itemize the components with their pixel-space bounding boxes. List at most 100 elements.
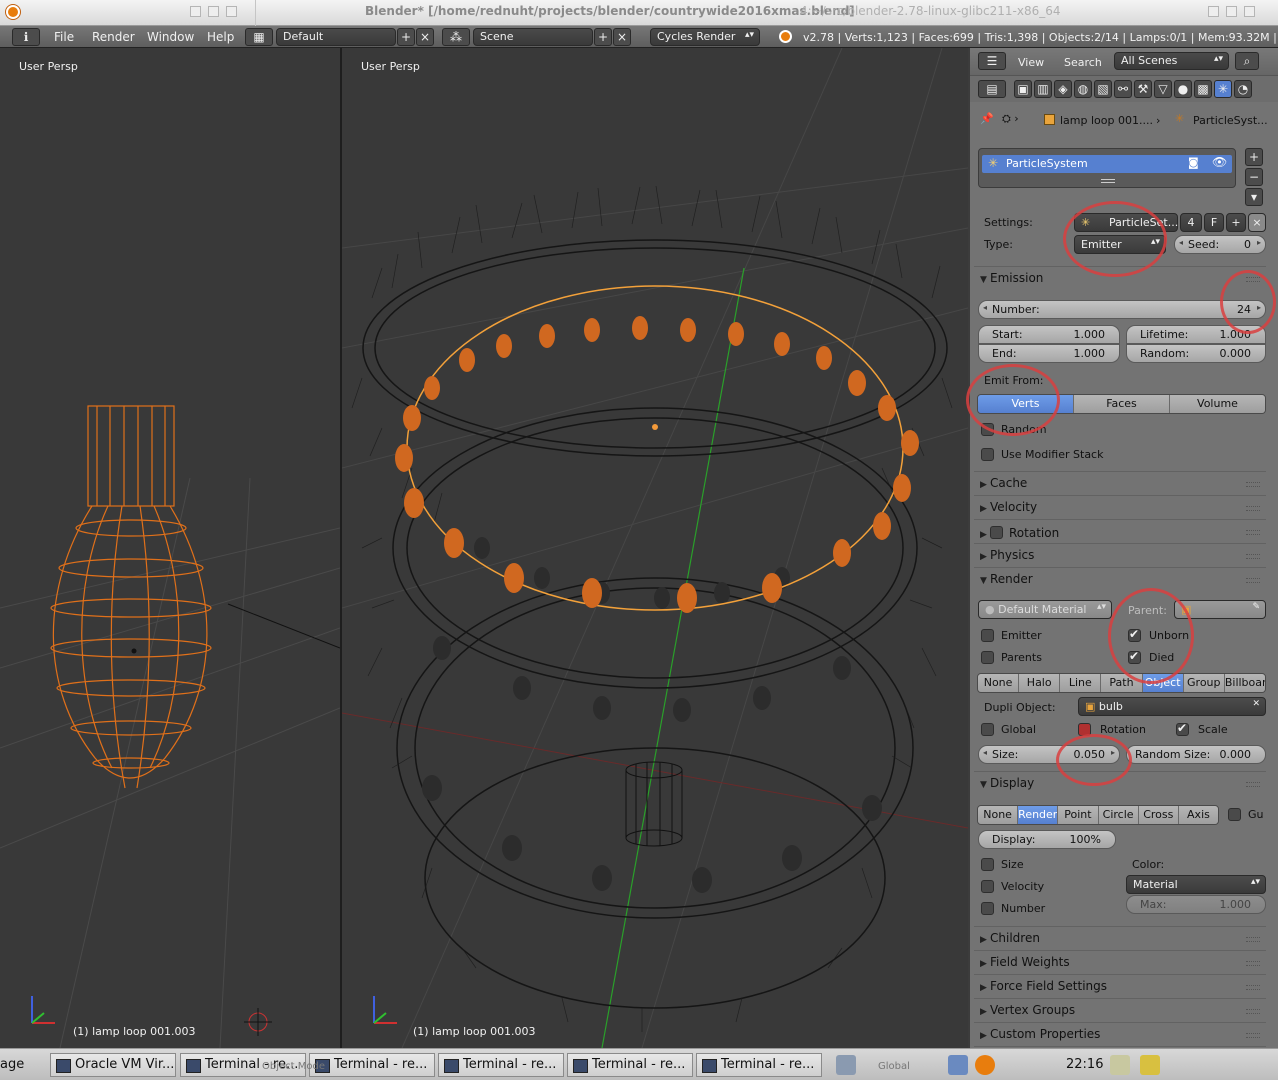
list-menu-icon[interactable]: ▾ (1245, 188, 1263, 206)
scene-icon[interactable]: ⁂ (442, 28, 470, 46)
modifier-stack-checkbox[interactable] (981, 448, 994, 461)
material-dropdown[interactable]: ● Default Material ▴▾ (978, 600, 1112, 619)
seed-field[interactable]: ◂ Seed: 0 ▸ (1174, 235, 1266, 254)
panel-velocity[interactable]: ▶ Velocity (974, 497, 1266, 519)
layers-tab-icon[interactable]: ▥ (1034, 80, 1052, 98)
physics-tab-icon[interactable]: ◔ (1234, 80, 1252, 98)
unlink-settings-icon[interactable]: × (1248, 213, 1266, 232)
new-settings-icon[interactable]: + (1226, 213, 1246, 232)
menu-view[interactable]: View (1018, 56, 1044, 69)
render-billboard-button[interactable]: Billboar (1224, 674, 1265, 692)
layout-add-icon[interactable]: + (397, 28, 415, 46)
global-checkbox[interactable] (981, 723, 994, 736)
render-group-button[interactable]: Group (1183, 674, 1225, 692)
menu-render[interactable]: Render (92, 30, 135, 44)
menu-file[interactable]: File (54, 30, 74, 44)
editor-type-info-icon[interactable]: ℹ (12, 28, 40, 46)
render-line-button[interactable]: Line (1060, 674, 1102, 692)
scene-add-icon[interactable]: + (594, 28, 612, 46)
tray-updates-icon[interactable] (1110, 1055, 1130, 1075)
breadcrumb-system[interactable]: ParticleSyst... (1193, 114, 1268, 127)
users-count[interactable]: 4 (1180, 213, 1202, 232)
scene-field[interactable]: Scene (473, 28, 593, 46)
random-field[interactable]: Random: 0.000 (1126, 344, 1266, 363)
minimize-button[interactable] (1208, 6, 1219, 17)
material-tab-icon[interactable]: ● (1174, 80, 1192, 98)
task-terminal-5[interactable]: Terminal - re... (696, 1053, 822, 1077)
render-toggle-icon[interactable]: ◙ (1188, 156, 1199, 169)
menu-help[interactable]: Help (207, 30, 234, 44)
dupli-object-field[interactable]: ▣ bulb ✕ (1078, 697, 1266, 716)
outliner-editor-icon[interactable]: ☰ (978, 52, 1006, 70)
render-emitter-checkbox[interactable] (981, 629, 994, 642)
particles-tab-icon[interactable]: ✳ (1214, 80, 1232, 98)
display-circle-button[interactable]: Circle (1098, 806, 1139, 824)
scene-tab-icon[interactable]: ◈ (1054, 80, 1072, 98)
visibility-eye-icon[interactable]: 👁 (1212, 155, 1227, 169)
layout-remove-icon[interactable]: × (416, 28, 434, 46)
tray-blender-icon[interactable] (975, 1055, 995, 1075)
end-field[interactable]: End: 1.000 (978, 344, 1120, 363)
panel-render[interactable]: ▼ Render (974, 569, 1266, 591)
menu-search[interactable]: Search (1064, 56, 1102, 69)
scene-remove-icon[interactable]: × (613, 28, 631, 46)
emit-faces-button[interactable]: Faces (1074, 395, 1170, 413)
tray-network-icon[interactable] (948, 1055, 968, 1075)
render-halo-button[interactable]: Halo (1019, 674, 1061, 692)
panel-rotation[interactable]: ▶ Rotation (974, 521, 1266, 543)
remove-particle-system-button[interactable]: − (1245, 168, 1263, 186)
parents-checkbox[interactable] (981, 651, 994, 664)
close-button[interactable] (1244, 6, 1255, 17)
properties-editor-icon[interactable]: ▤ (978, 80, 1006, 98)
task-terminal-3[interactable]: Terminal - re... (438, 1053, 564, 1077)
emit-volume-button[interactable]: Volume (1170, 395, 1265, 413)
list-item[interactable]: ✳ ParticleSystem ◙ 👁 (982, 155, 1232, 173)
layout-field[interactable]: Default (276, 28, 396, 46)
panel-physics[interactable]: ▶ Physics (974, 545, 1266, 567)
constraints-tab-icon[interactable]: ⚯ (1114, 80, 1132, 98)
task-terminal-4[interactable]: Terminal - re... (567, 1053, 693, 1077)
render-tab-icon[interactable]: ▣ (1014, 80, 1032, 98)
scenes-dropdown[interactable]: All Scenes ▴▾ (1114, 52, 1229, 70)
display-mode-selector[interactable]: None Render Point Circle Cross Axis (977, 805, 1219, 825)
modifiers-tab-icon[interactable]: ⚒ (1134, 80, 1152, 98)
panel-children[interactable]: ▶ Children (974, 928, 1266, 950)
display-cross-button[interactable]: Cross (1138, 806, 1179, 824)
display-percent-field[interactable]: Display: 100% (978, 830, 1116, 849)
texture-tab-icon[interactable]: ▩ (1194, 80, 1212, 98)
workspace-switcher-icon[interactable] (836, 1055, 856, 1075)
object-tab-icon[interactable]: ▧ (1094, 80, 1112, 98)
display-axis-button[interactable]: Axis (1178, 806, 1218, 824)
render-none-button[interactable]: None (978, 674, 1020, 692)
panel-cache[interactable]: ▶ Cache (974, 473, 1266, 495)
breadcrumb-object[interactable]: lamp loop 001.... (1060, 114, 1153, 127)
eyedropper-icon[interactable]: ✎ (1252, 602, 1260, 612)
viewport-right[interactable]: User Persp (1) lamp loop 001.003 (342, 48, 968, 1048)
display-none-button[interactable]: None (978, 806, 1019, 824)
task-virtualbox[interactable]: Oracle VM Vir... (50, 1053, 176, 1077)
display-point-button[interactable]: Point (1058, 806, 1099, 824)
viewport-left[interactable]: User Persp (1) lamp loop 001.003 (0, 48, 340, 1048)
data-tab-icon[interactable]: ▽ (1154, 80, 1172, 98)
guides-checkbox[interactable] (1228, 808, 1241, 821)
menu-window[interactable]: Window (147, 30, 194, 44)
rotation-enable-checkbox[interactable] (990, 526, 1003, 539)
tray-notes-icon[interactable] (1140, 1055, 1160, 1075)
render-engine-dropdown[interactable]: Cycles Render ▴▾ (650, 28, 760, 46)
fake-user-button[interactable]: F (1204, 213, 1224, 232)
render-mode-selector[interactable]: None Halo Line Path Object Group Billboa… (977, 673, 1266, 693)
color-dropdown[interactable]: Material ▴▾ (1126, 875, 1266, 894)
clock[interactable]: 22:16 (1066, 1057, 1103, 1072)
maximize-button[interactable] (1226, 6, 1237, 17)
add-particle-system-button[interactable]: + (1245, 148, 1263, 166)
particle-system-list[interactable]: ✳ ParticleSystem ◙ 👁 (978, 148, 1236, 188)
task-terminal-2[interactable]: Terminal - re... (309, 1053, 435, 1077)
world-tab-icon[interactable]: ◍ (1074, 80, 1092, 98)
random-size-field[interactable]: Random Size: 0.000 (1126, 745, 1266, 764)
show-size-checkbox[interactable] (981, 858, 994, 871)
panel-vertex-groups[interactable]: ▶ Vertex Groups (974, 1000, 1266, 1022)
panel-field-weights[interactable]: ▶ Field Weights (974, 952, 1266, 974)
show-number-checkbox[interactable] (981, 902, 994, 915)
search-icon[interactable]: ⌕ (1235, 52, 1259, 70)
list-resize-grip[interactable] (1101, 179, 1115, 183)
